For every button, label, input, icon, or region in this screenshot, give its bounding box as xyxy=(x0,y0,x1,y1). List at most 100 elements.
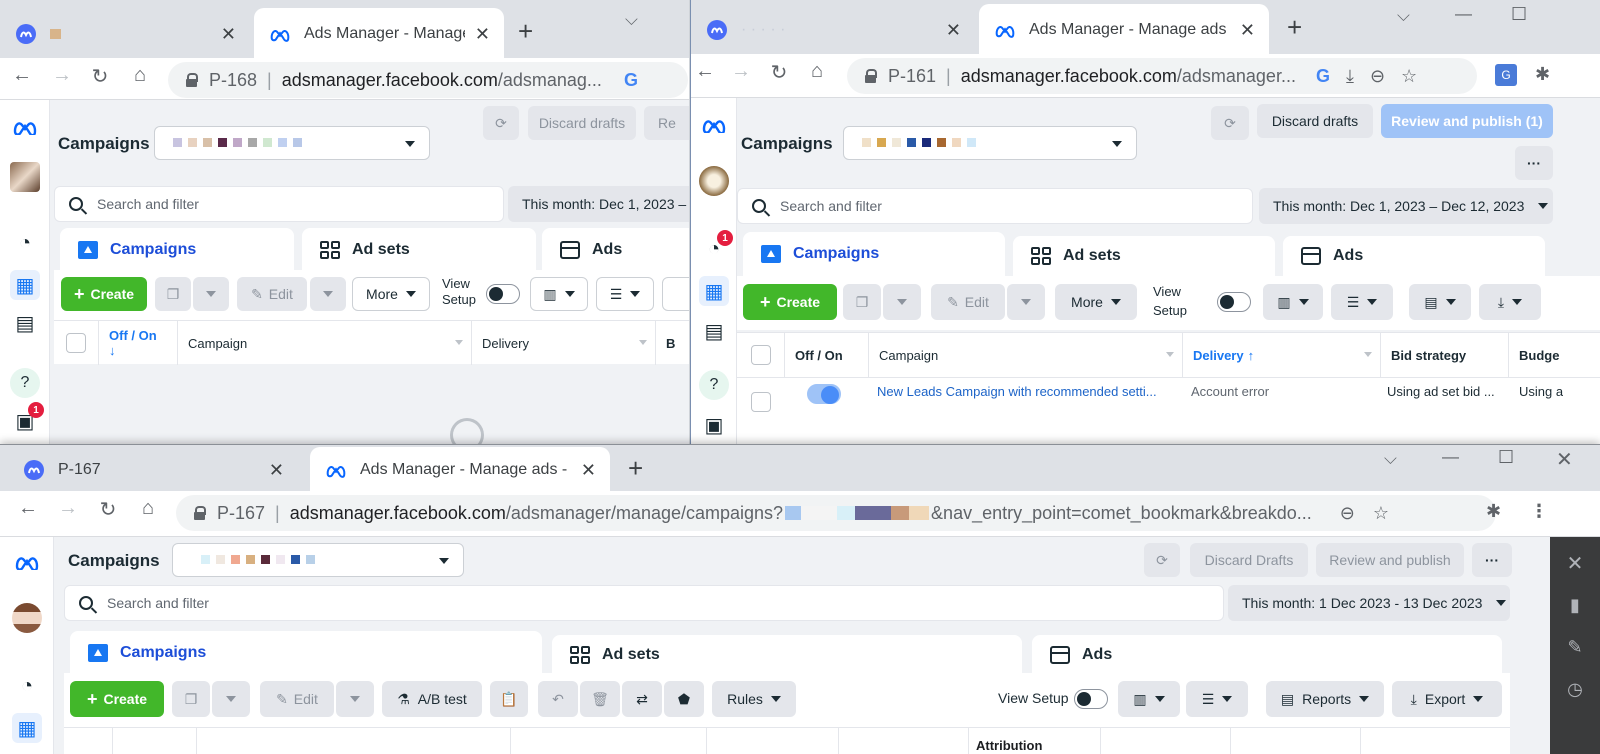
tab-campaigns[interactable]: Campaigns xyxy=(70,631,542,675)
more-button[interactable]: More xyxy=(352,277,430,311)
forward-icon[interactable]: → xyxy=(54,497,82,520)
minimize-icon[interactable]: — xyxy=(1455,4,1472,24)
edit-button[interactable]: ✎ Edit xyxy=(237,277,307,311)
more-button[interactable]: More xyxy=(1055,284,1137,320)
browser-tab-active[interactable]: Ads Manager - Manage ads - C ✕ xyxy=(979,4,1269,56)
create-button[interactable]: + Create xyxy=(70,681,164,717)
new-tab-icon[interactable]: + xyxy=(518,16,533,47)
column-delivery[interactable]: Delivery ↑ xyxy=(1183,333,1381,377)
column-off-on[interactable]: Off / On xyxy=(785,333,869,377)
refresh-button[interactable]: ⟳ xyxy=(1211,106,1249,140)
address-bar[interactable]: P-167 | adsmanager.facebook.com/adsmanag… xyxy=(176,495,1496,531)
meta-logo-icon[interactable] xyxy=(10,112,40,142)
forward-icon[interactable]: → xyxy=(48,64,76,87)
table-icon[interactable]: ▦ xyxy=(10,270,40,300)
translate-extension-icon[interactable]: G xyxy=(1495,64,1517,86)
discard-drafts-button[interactable]: Discard drafts xyxy=(1257,104,1373,138)
reports-button[interactable] xyxy=(662,277,689,311)
tab-search-chevron-icon[interactable]: ⌵ xyxy=(625,10,638,30)
gauge-icon[interactable]: ◔ xyxy=(12,671,42,701)
minimize-icon[interactable]: — xyxy=(1442,447,1459,467)
home-icon[interactable]: ⌂ xyxy=(134,497,162,520)
duplicate-button[interactable]: ❐ xyxy=(155,277,191,311)
history-clock-icon[interactable]: ◷ xyxy=(1565,679,1585,700)
edit-dropdown-button[interactable] xyxy=(336,681,374,717)
table-icon[interactable]: ▦ xyxy=(12,713,42,743)
tab-ad-sets[interactable]: Ad sets xyxy=(302,228,536,272)
column-delivery[interactable]: Delivery xyxy=(472,321,656,365)
discard-drafts-button[interactable]: Discard drafts xyxy=(528,106,636,140)
review-publish-button[interactable]: Re xyxy=(644,106,689,140)
table-icon[interactable]: ▦ xyxy=(699,276,729,306)
home-icon[interactable]: ⌂ xyxy=(803,60,831,83)
reports-button[interactable]: ▤ Reports xyxy=(1266,681,1384,717)
google-icon[interactable]: G xyxy=(1316,66,1330,87)
more-options-icon[interactable]: ··· xyxy=(1515,146,1553,180)
clipboard-icon[interactable]: 📋 xyxy=(490,681,528,717)
close-tab-icon[interactable]: ✕ xyxy=(475,24,490,45)
browser-tab-inactive[interactable]: · · · · · ✕ xyxy=(691,4,975,56)
zoom-icon[interactable]: ⊖ xyxy=(1370,66,1385,87)
meta-logo-icon[interactable] xyxy=(12,547,42,577)
maximize-icon[interactable]: ☐ xyxy=(1511,4,1527,25)
pages-icon[interactable]: ▤ xyxy=(699,316,729,346)
breakdown-button[interactable]: ☰ xyxy=(596,277,654,311)
undo-icon[interactable]: ↶ xyxy=(538,681,578,717)
tab-campaigns[interactable]: Campaigns xyxy=(60,228,294,272)
date-range-picker[interactable]: This month: Dec 1, 2023 – Dec 12, 2023 xyxy=(1259,188,1553,224)
account-selector[interactable] xyxy=(172,543,464,577)
date-range-picker[interactable]: This month: Dec 1, 2023 – xyxy=(508,186,689,222)
avatar[interactable] xyxy=(10,162,40,192)
back-icon[interactable]: ← xyxy=(691,60,719,83)
table-row[interactable]: New Leads Campaign with recommended sett… xyxy=(737,377,1600,423)
tab-ad-sets[interactable]: Ad sets xyxy=(1013,236,1275,276)
search-filter-input[interactable]: Search and filter xyxy=(64,585,1224,621)
back-icon[interactable]: ← xyxy=(14,497,42,520)
meta-logo-icon[interactable] xyxy=(699,110,729,140)
column-off-on[interactable]: Off / On ↓ xyxy=(99,321,178,365)
help-icon[interactable]: ? xyxy=(10,368,40,398)
column-bid[interactable]: B xyxy=(656,321,689,365)
close-window-icon[interactable]: ✕ xyxy=(1556,447,1573,472)
columns-button[interactable]: ▥ xyxy=(1263,284,1323,320)
bookmark-star-icon[interactable]: ☆ xyxy=(1401,66,1417,87)
refresh-button[interactable]: ⟳ xyxy=(483,106,519,140)
reload-icon[interactable]: ↻ xyxy=(94,497,122,522)
extensions-puzzle-icon[interactable]: ✱ xyxy=(1486,501,1501,522)
duplicate-dropdown-button[interactable] xyxy=(883,284,921,320)
ab-test-button[interactable]: ⚗ A/B test xyxy=(382,681,482,717)
extensions-puzzle-icon[interactable]: ✱ xyxy=(1535,64,1550,85)
export-button[interactable]: ⤓ Export xyxy=(1392,681,1502,717)
pages-icon[interactable]: ▤ xyxy=(10,308,40,338)
tab-ads[interactable]: Ads xyxy=(542,228,689,272)
view-setup-toggle[interactable] xyxy=(1217,292,1251,312)
review-publish-button[interactable]: Review and publish (1) xyxy=(1381,104,1553,138)
discard-drafts-button[interactable]: Discard Drafts xyxy=(1190,543,1308,577)
columns-button[interactable]: ▥ xyxy=(1118,681,1180,717)
refresh-button[interactable]: ⟳ xyxy=(1144,543,1180,577)
browser-tab-inactive[interactable]: ✕ xyxy=(0,8,250,60)
avatar[interactable] xyxy=(699,166,729,196)
duplicate-button[interactable]: ❐ xyxy=(843,284,881,320)
select-all-checkbox[interactable] xyxy=(750,345,771,365)
tab-search-chevron-icon[interactable]: ⌵ xyxy=(1397,6,1410,26)
home-icon[interactable]: ⌂ xyxy=(126,64,154,87)
column-campaign[interactable]: Campaign xyxy=(178,321,472,365)
news-icon[interactable]: ▣ xyxy=(699,410,729,440)
address-bar[interactable]: P-161 | adsmanager.facebook.com/adsmanag… xyxy=(847,58,1477,94)
rules-button[interactable]: Rules xyxy=(712,681,796,717)
swap-icon[interactable]: ⇄ xyxy=(622,681,662,717)
date-range-picker[interactable]: This month: 1 Dec 2023 - 13 Dec 2023 xyxy=(1228,585,1510,621)
close-tab-icon[interactable]: ✕ xyxy=(581,460,596,481)
notifications-icon[interactable]: ▣ 1 xyxy=(10,402,44,436)
browser-menu-icon[interactable]: ⋮ xyxy=(1530,501,1548,522)
browser-tab-active[interactable]: Ads Manager - Manage ads - C ✕ xyxy=(310,447,610,493)
breakdown-button[interactable]: ☰ xyxy=(1186,681,1248,717)
close-tab-icon[interactable]: ✕ xyxy=(946,20,961,41)
tab-ad-sets[interactable]: Ad sets xyxy=(552,635,1022,675)
back-icon[interactable]: ← xyxy=(8,64,36,87)
avatar[interactable] xyxy=(12,603,42,633)
review-publish-button[interactable]: Review and publish xyxy=(1316,543,1464,577)
zoom-icon[interactable]: ⊖ xyxy=(1340,503,1355,524)
close-tab-icon[interactable]: ✕ xyxy=(221,24,236,45)
